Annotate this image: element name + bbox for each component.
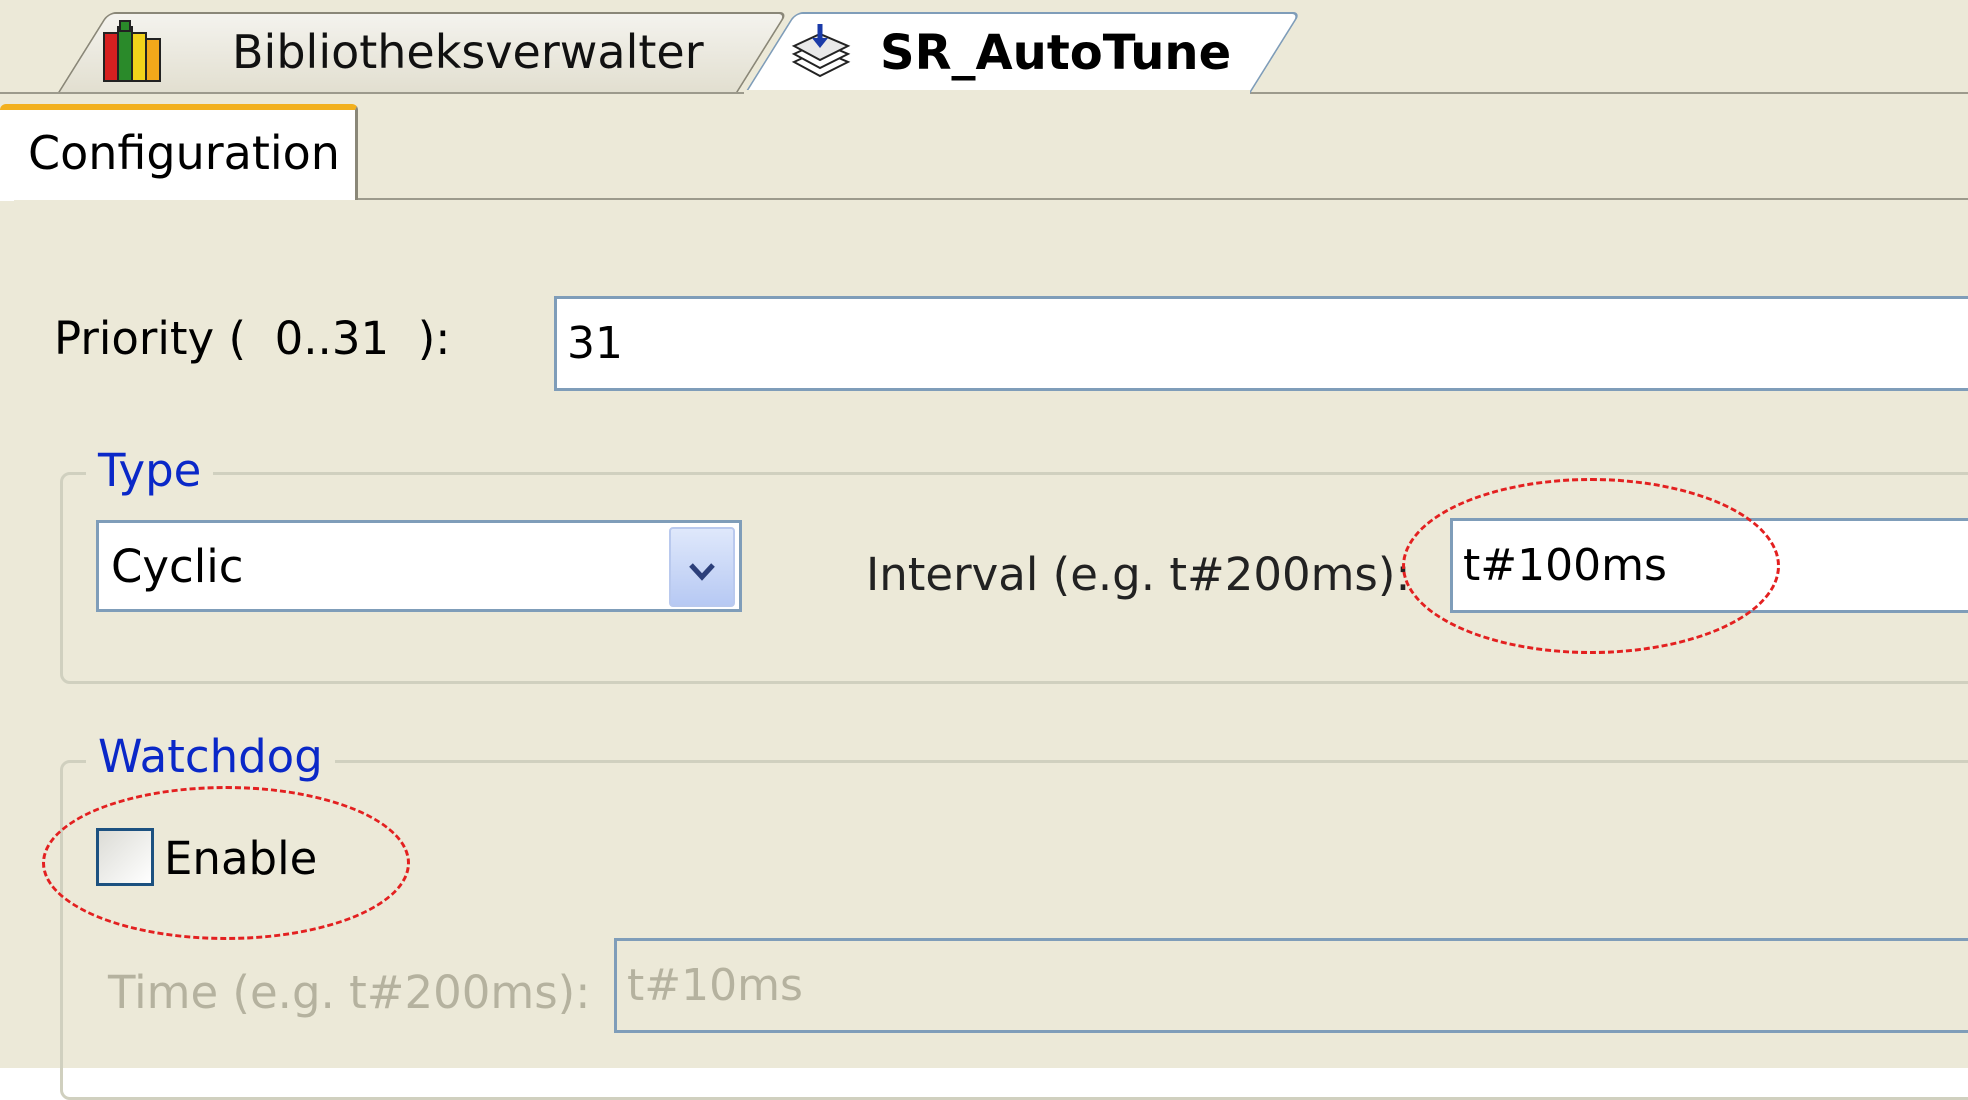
tab-label: Bibliotheksverwalter bbox=[232, 25, 704, 79]
sub-tab-strip: Configuration bbox=[0, 104, 1968, 201]
editor-tab-strip: Bibliotheksverwalter SR_AutoTune bbox=[0, 0, 1968, 94]
type-select[interactable]: Cyclic bbox=[96, 520, 742, 612]
active-tab-joiner bbox=[744, 90, 1250, 96]
tab-label: Configuration bbox=[28, 126, 340, 180]
library-books-icon bbox=[100, 19, 164, 85]
time-label: Time (e.g. t#200ms): bbox=[108, 966, 591, 1019]
chevron-down-icon bbox=[687, 541, 717, 594]
tab-configuration[interactable]: Configuration bbox=[0, 104, 358, 201]
priority-input[interactable]: 31 bbox=[554, 296, 1968, 391]
dropdown-button[interactable] bbox=[669, 527, 735, 607]
interval-annotation-circle bbox=[1402, 478, 1780, 654]
tab-sr-autotune[interactable]: SR_AutoTune bbox=[744, 12, 1302, 94]
type-select-value: Cyclic bbox=[111, 539, 244, 593]
task-stack-icon bbox=[790, 22, 852, 84]
watchdog-time-input[interactable]: t#10ms bbox=[614, 938, 1968, 1033]
tab-bibliotheksverwalter[interactable]: Bibliotheksverwalter bbox=[58, 12, 788, 92]
tab-label: SR_AutoTune bbox=[880, 25, 1232, 81]
type-group-title: Type bbox=[86, 444, 214, 497]
editor-window: Bibliotheksverwalter SR_AutoTune Configu… bbox=[0, 0, 1968, 1100]
interval-label: Interval (e.g. t#200ms): bbox=[866, 548, 1411, 601]
enable-annotation-circle bbox=[42, 786, 410, 940]
watchdog-group-title: Watchdog bbox=[86, 730, 335, 783]
priority-label: Priority ( 0..31 ): bbox=[54, 312, 451, 365]
time-value: t#10ms bbox=[627, 960, 803, 1011]
priority-value: 31 bbox=[567, 318, 623, 369]
